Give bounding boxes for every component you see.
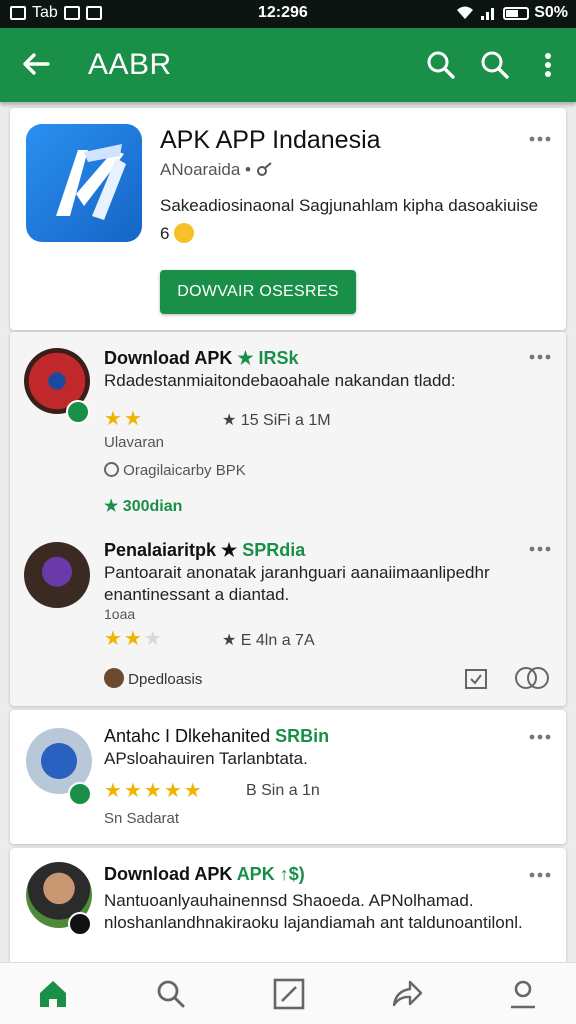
link-icon — [256, 162, 272, 176]
review-title-accent: ★ IRSk — [237, 348, 299, 368]
review-source-text: Dpedloasis — [128, 671, 203, 688]
review-title-text: Download APK — [104, 348, 233, 368]
status-time: 12:296 — [258, 4, 308, 21]
search-icon[interactable] — [424, 48, 458, 82]
more-horiz-icon[interactable] — [528, 352, 552, 362]
review-title-text: Antahc I Dlkehanited — [104, 726, 271, 746]
status-right: S0% — [455, 4, 568, 22]
calendar-check-icon[interactable] — [464, 666, 488, 690]
star-icon: ★ — [104, 408, 122, 430]
review-text: Pantoarait anonatak jaranhguari aanaiima… — [104, 563, 490, 604]
review-card: Antahc I Dlkehanited SRBin APsloahauiren… — [10, 710, 566, 844]
notification-icon — [10, 6, 26, 20]
more-horiz-icon[interactable] — [528, 870, 552, 880]
app-notification-icon — [63, 6, 80, 20]
app-description: Sakeadiosinaonal Sagjunahlam kipha dasoa… — [160, 192, 550, 248]
app-icon[interactable] — [26, 124, 142, 242]
star-rating: ★ ★ ★ ★ ★ — [104, 780, 202, 802]
status-bar: Tab 12:296 S0% — [0, 0, 576, 28]
more-vert-icon[interactable] — [534, 48, 562, 82]
star-icon: ★ — [123, 628, 142, 650]
review-source: Dpedloasis — [104, 668, 202, 688]
star-rating: ★ ★ ★ — [104, 628, 162, 650]
review-title[interactable]: Download APK APK ↑$) — [104, 864, 305, 885]
star-icon: ★ — [143, 628, 162, 650]
profile-icon[interactable] — [506, 977, 540, 1011]
download-notification-icon — [85, 6, 102, 20]
verified-badge-icon — [68, 782, 92, 806]
search-icon[interactable] — [478, 48, 512, 82]
views-icon[interactable] — [514, 666, 550, 690]
star-icon: ★ — [123, 408, 142, 430]
wifi-icon — [457, 6, 474, 19]
app-name: APK APP Indanesia — [160, 126, 381, 154]
star-rating: ★ ★ — [104, 408, 142, 430]
avatar[interactable] — [24, 542, 90, 608]
review-text: Nantuoanlyauhainennsd Shaoeda. APNolhama… — [104, 891, 523, 932]
app-card: APK APP Indanesia ANoaraida • Sakeadiosi… — [10, 108, 566, 330]
verified-badge-icon — [68, 912, 92, 936]
battery-percent: S0% — [534, 4, 568, 21]
review-text: APsloahauiren Tarlanbtata. — [104, 749, 308, 768]
star-icon: ★ — [183, 780, 202, 802]
review-stat: B Sin a 1n — [246, 782, 320, 800]
source-icon — [104, 462, 119, 477]
review-meta: 1oaa — [104, 606, 136, 622]
review-stat: ★ E 4ln a 7A — [222, 630, 315, 650]
star-icon: ★ — [104, 780, 122, 802]
app-logo-icon — [56, 144, 126, 220]
more-horiz-icon[interactable] — [528, 134, 552, 144]
review-title-text: Penalaiaritpk ★ — [104, 540, 238, 560]
review-title[interactable]: Antahc I Dlkehanited SRBin — [104, 726, 329, 747]
review-meta: Ulavaran — [104, 434, 165, 451]
review-extra[interactable]: ★ 300dian — [104, 496, 182, 516]
status-left-text: Tab — [32, 4, 58, 21]
more-horiz-icon[interactable] — [528, 732, 552, 742]
search-icon[interactable] — [154, 977, 188, 1011]
arrow-left-icon[interactable] — [18, 46, 54, 82]
status-left: Tab — [10, 4, 102, 22]
review-title[interactable]: Penalaiaritpk ★ SPRdia — [104, 540, 305, 561]
source-avatar — [104, 668, 124, 688]
review-stat: ★ 15 SiFi a 1M — [222, 410, 331, 430]
signal-icon — [481, 8, 495, 20]
developer-name: ANoaraida • — [160, 160, 252, 179]
emoji-icon — [174, 223, 195, 243]
review-text: Rdadestanmiaitondebaoahale nakandan tlad… — [104, 371, 456, 390]
star-icon: ★ — [123, 780, 142, 802]
review-source: Oragilaicarby BPK — [104, 462, 246, 479]
verified-badge-icon — [66, 400, 90, 424]
review-title-accent: SPRdia — [242, 540, 306, 560]
star-icon: ★ — [143, 780, 162, 802]
review-stat-text: B Sin a 1n — [246, 782, 320, 799]
app-bar: AABR — [0, 28, 576, 102]
review-card: Download APK APK ↑$) Nantuoanlyauhainenn… — [10, 848, 566, 968]
review-title[interactable]: Download APK ★ IRSk — [104, 348, 299, 369]
review-stat-text: ★ 15 SiFi a 1M — [222, 412, 331, 429]
home-icon[interactable] — [36, 977, 70, 1011]
reviews-card: Download APK ★ IRSk Rdadestanmiaitondeba… — [10, 332, 566, 706]
share-icon[interactable] — [390, 977, 424, 1011]
app-description-text: Sakeadiosinaonal Sagjunahlam kipha dasoa… — [160, 196, 539, 243]
review-title-accent: APK ↑$) — [236, 864, 305, 884]
review-title-accent: SRBin — [275, 726, 330, 746]
review-source-text: Oragilaicarby BPK — [123, 462, 246, 479]
install-button[interactable]: DOWVAIR OSESRES — [160, 270, 356, 314]
app-bar-title: AABR — [88, 48, 172, 81]
star-icon: ★ — [163, 780, 182, 802]
more-horiz-icon[interactable] — [528, 544, 552, 554]
bottom-navigation — [0, 962, 576, 1024]
review-title-text: Download APK — [104, 864, 233, 884]
battery-icon — [503, 6, 530, 20]
edit-icon[interactable] — [272, 977, 306, 1011]
app-developer[interactable]: ANoaraida • — [160, 160, 274, 180]
star-icon: ★ — [104, 628, 122, 650]
review-stat-text: ★ E 4ln a 7A — [222, 632, 315, 649]
review-meta: Sn Sadarat — [104, 810, 180, 827]
